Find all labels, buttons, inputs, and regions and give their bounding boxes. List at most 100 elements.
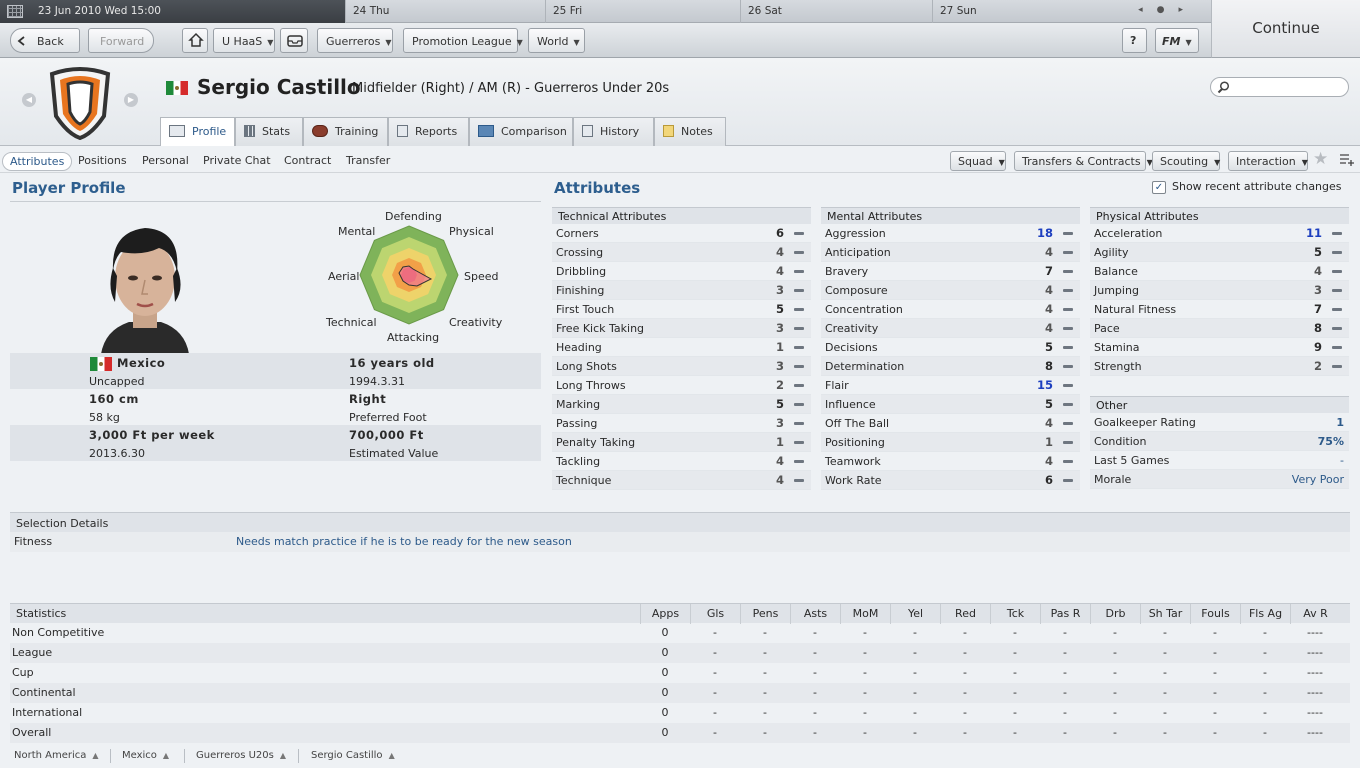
attribute-row[interactable]: Free Kick Taking 3	[552, 319, 811, 338]
attribute-row[interactable]: Work Rate 6	[821, 471, 1080, 490]
help-button[interactable]: ?	[1122, 28, 1147, 53]
attribute-row[interactable]: Concentration 4	[821, 300, 1080, 319]
breadcrumb-region[interactable]: North America ▲	[14, 750, 99, 761]
attribute-row[interactable]: Heading 1	[552, 338, 811, 357]
tab-profile[interactable]: Profile	[160, 117, 235, 147]
attribute-row[interactable]: Bravery 7	[821, 262, 1080, 281]
subnav-private-chat[interactable]: Private Chat	[196, 152, 278, 169]
subnav-positions[interactable]: Positions	[71, 152, 134, 169]
column-header[interactable]: Fouls	[1190, 604, 1240, 624]
club-menu[interactable]: Guerreros ▼	[317, 28, 393, 53]
estimated-value: 700,000 Ft	[349, 428, 424, 442]
column-header[interactable]: Tck	[990, 604, 1040, 624]
attribute-row[interactable]: Anticipation 4	[821, 243, 1080, 262]
attribute-row[interactable]: Crossing 4	[552, 243, 811, 262]
day-2[interactable]: 25 Fri	[545, 0, 740, 23]
attribute-row[interactable]: Agility 5	[1090, 243, 1349, 262]
current-date[interactable]: 23 Jun 2010 Wed 15:00	[0, 0, 345, 23]
attribute-row[interactable]: Flair 15	[821, 376, 1080, 395]
attribute-row[interactable]: Positioning 1	[821, 433, 1080, 452]
column-header[interactable]: Fls Ag	[1240, 604, 1290, 624]
date-nav-controls[interactable]: ◂●▸	[1138, 5, 1197, 15]
forward-button[interactable]: Forward	[88, 28, 154, 53]
attribute-row[interactable]: Goalkeeper Rating 1	[1090, 413, 1349, 432]
manager-menu[interactable]: U HaaS ▼	[213, 28, 275, 53]
home-button[interactable]	[182, 28, 208, 53]
attribute-row[interactable]: Natural Fitness 7	[1090, 300, 1349, 319]
column-header[interactable]: Av R	[1290, 604, 1340, 624]
attribute-row[interactable]: Balance 4	[1090, 262, 1349, 281]
subnav-personal[interactable]: Personal	[135, 152, 196, 169]
attribute-row[interactable]: First Touch 5	[552, 300, 811, 319]
column-header[interactable]: Sh Tar	[1140, 604, 1190, 624]
attribute-row[interactable]: Dribbling 4	[552, 262, 811, 281]
attribute-row[interactable]: Long Shots 3	[552, 357, 811, 376]
attribute-row[interactable]: Creativity 4	[821, 319, 1080, 338]
attribute-row[interactable]: Morale Very Poor	[1090, 470, 1349, 489]
day-1[interactable]: 24 Thu	[345, 0, 545, 23]
column-header[interactable]: Pas R	[1040, 604, 1090, 624]
attribute-row[interactable]: Corners 6	[552, 224, 811, 243]
tab-history[interactable]: History	[573, 117, 654, 146]
tab-comparison[interactable]: Comparison	[469, 117, 573, 146]
attribute-row[interactable]: Determination 8	[821, 357, 1080, 376]
attribute-row[interactable]: Last 5 Games -	[1090, 451, 1349, 470]
squad-menu[interactable]: Squad ▼	[950, 151, 1006, 171]
tab-notes[interactable]: Notes	[654, 117, 726, 146]
tab-reports[interactable]: Reports	[388, 117, 469, 146]
column-header[interactable]: Drb	[1090, 604, 1140, 624]
add-note-icon[interactable]	[1339, 153, 1354, 167]
previous-player-icon[interactable]: ◀	[22, 93, 36, 107]
star-icon[interactable]: ★	[1313, 149, 1328, 169]
attribute-name: Morale	[1094, 473, 1132, 486]
day-4[interactable]: 27 Sun	[932, 0, 1122, 23]
subnav-transfer[interactable]: Transfer	[339, 152, 397, 169]
attribute-row[interactable]: Jumping 3	[1090, 281, 1349, 300]
continue-button[interactable]: Continue	[1211, 0, 1360, 58]
breadcrumb-nation[interactable]: Mexico ▲	[122, 750, 169, 761]
search-input[interactable]	[1210, 77, 1349, 97]
attribute-row[interactable]: Influence 5	[821, 395, 1080, 414]
attribute-row[interactable]: Condition 75%	[1090, 432, 1349, 451]
breadcrumb-team[interactable]: Guerreros U20s ▲	[196, 750, 286, 761]
tab-stats[interactable]: Stats	[235, 117, 303, 146]
column-header[interactable]: Red	[940, 604, 990, 624]
column-header[interactable]: MoM	[840, 604, 890, 624]
attribute-row[interactable]: Pace 8	[1090, 319, 1349, 338]
attribute-row[interactable]: Tackling 4	[552, 452, 811, 471]
scouting-menu[interactable]: Scouting ▼	[1152, 151, 1220, 171]
breadcrumb-player[interactable]: Sergio Castillo ▲	[311, 750, 395, 761]
column-header[interactable]: Yel	[890, 604, 940, 624]
attribute-row[interactable]: Penalty Taking 1	[552, 433, 811, 452]
column-header[interactable]: Statistics	[16, 607, 66, 620]
attribute-row[interactable]: Long Throws 2	[552, 376, 811, 395]
inbox-button[interactable]	[280, 28, 308, 53]
attribute-row[interactable]: Aggression 18	[821, 224, 1080, 243]
tab-training[interactable]: Training	[303, 117, 388, 146]
attribute-row[interactable]: Finishing 3	[552, 281, 811, 300]
world-menu[interactable]: World ▼	[528, 28, 585, 53]
column-header[interactable]: Pens	[740, 604, 790, 624]
attribute-row[interactable]: Passing 3	[552, 414, 811, 433]
column-header[interactable]: Asts	[790, 604, 840, 624]
fm-menu[interactable]: FM ▼	[1155, 28, 1199, 53]
attribute-row[interactable]: Stamina 9	[1090, 338, 1349, 357]
subnav-attributes[interactable]: Attributes	[2, 152, 73, 171]
subnav-contract[interactable]: Contract	[277, 152, 338, 169]
attribute-row[interactable]: Technique 4	[552, 471, 811, 490]
attribute-row[interactable]: Off The Ball 4	[821, 414, 1080, 433]
column-header[interactable]: Gls	[690, 604, 740, 624]
attribute-row[interactable]: Marking 5	[552, 395, 811, 414]
show-changes-checkbox[interactable]: ✓	[1152, 181, 1166, 194]
attribute-row[interactable]: Decisions 5	[821, 338, 1080, 357]
attribute-row[interactable]: Strength 2	[1090, 357, 1349, 376]
attribute-row[interactable]: Teamwork 4	[821, 452, 1080, 471]
transfers-contracts-menu[interactable]: Transfers & Contracts ▼	[1014, 151, 1153, 171]
attribute-row[interactable]: Composure 4	[821, 281, 1080, 300]
attribute-row[interactable]: Acceleration 11	[1090, 224, 1349, 243]
day-3[interactable]: 26 Sat	[740, 0, 932, 23]
next-player-icon[interactable]: ▶	[124, 93, 138, 107]
column-header[interactable]: Apps	[640, 604, 690, 624]
league-menu[interactable]: Promotion League ▼	[403, 28, 523, 53]
interaction-menu[interactable]: Interaction ▼	[1228, 151, 1308, 171]
